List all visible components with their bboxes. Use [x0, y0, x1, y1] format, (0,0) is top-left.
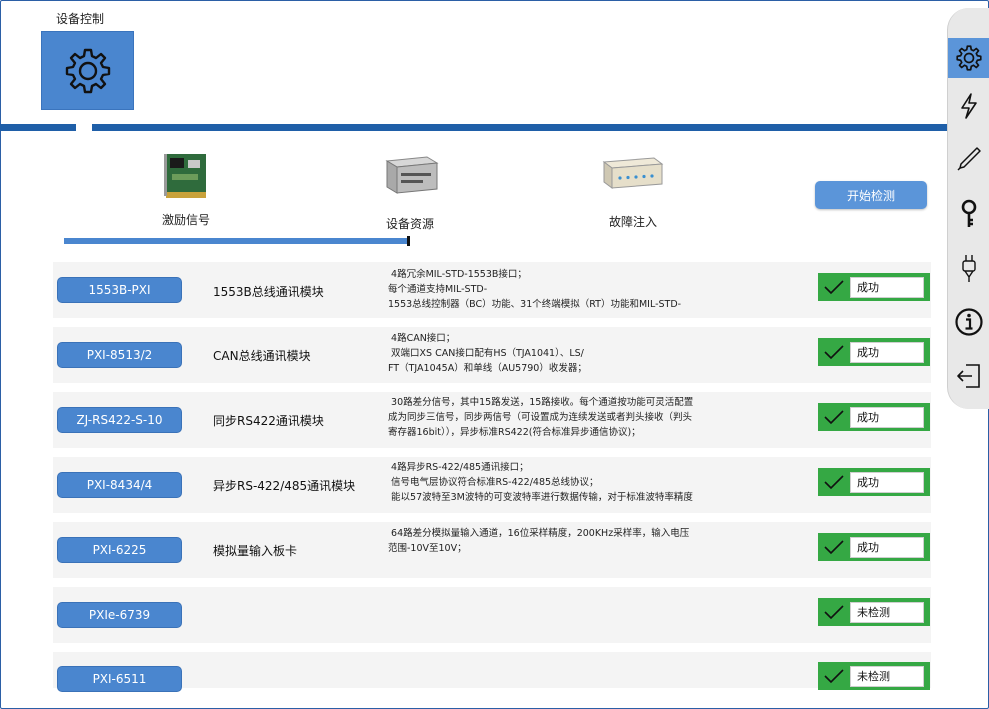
status-badge: 未检测 — [818, 598, 930, 626]
module-id-button[interactable]: PXI-6511 — [57, 666, 182, 692]
sidebar-item-key[interactable] — [948, 194, 989, 234]
status-badge: 成功 — [818, 533, 930, 561]
fault-injection-box-image — [602, 157, 664, 189]
status-badge: 未检测 — [818, 662, 930, 690]
checkmark-icon — [818, 273, 850, 301]
start-detection-button[interactable]: 开始检测 — [815, 181, 927, 209]
status-label: 成功 — [850, 276, 924, 298]
module-id-button[interactable]: PXI-6225 — [57, 537, 182, 563]
module-description: 4路冗余MIL-STD-1553B接口； 每个通道支持MIL-STD- 1553… — [388, 269, 682, 310]
checkmark-icon — [818, 662, 850, 690]
pen-icon — [957, 147, 981, 171]
module-name: 模拟量输入板卡 — [213, 544, 298, 558]
step-stimulus[interactable]: 激励信号 — [140, 152, 232, 228]
step-label: 激励信号 — [161, 213, 210, 227]
status-label: 成功 — [850, 406, 924, 428]
plug-icon — [962, 255, 976, 282]
status-badge: 成功 — [818, 403, 930, 431]
module-id-button[interactable]: PXI-8513/2 — [57, 342, 182, 368]
table-row: PXI-8513/2 CAN总线通讯模块 4路CAN接口； 双端口XS CAN接… — [53, 327, 931, 383]
table-row: PXI-6225 模拟量输入板卡 64路差分模拟量输入通道，16位采样精度，20… — [53, 522, 931, 578]
checkmark-icon — [818, 598, 850, 626]
module-name: 同步RS422通讯模块 — [213, 414, 324, 428]
sidebar-item-power[interactable] — [948, 86, 989, 126]
module-id-button[interactable]: PXIe-6739 — [57, 602, 182, 628]
sidebar — [947, 8, 989, 409]
step-fault-injection[interactable]: 故障注入 — [587, 154, 679, 230]
checkmark-icon — [818, 533, 850, 561]
table-row: PXI-6511 未检测 — [53, 652, 931, 692]
divider-notch — [76, 124, 92, 131]
module-description: 30路差分信号，其中15路发送，15路接收。每个通道按功能可灵活配置 成为同步三… — [388, 397, 694, 438]
page-title: 设备控制 — [56, 12, 105, 26]
status-badge: 成功 — [818, 338, 930, 366]
module-name: 异步RS-422/485通讯模块 — [213, 479, 356, 493]
progress-marker — [407, 236, 410, 246]
checkmark-icon — [818, 468, 850, 496]
module-name: CAN总线通讯模块 — [213, 349, 311, 363]
sidebar-item-exit[interactable] — [948, 356, 989, 396]
step-resources[interactable]: 设备资源 — [364, 155, 456, 232]
step-label: 设备资源 — [385, 217, 434, 231]
status-label: 未检测 — [850, 665, 924, 687]
info-icon — [955, 308, 983, 336]
module-id-button[interactable]: 1553B-PXI — [57, 277, 182, 303]
checkmark-icon — [818, 338, 850, 366]
header-divider — [0, 124, 949, 131]
status-label: 未检测 — [850, 601, 924, 623]
step-label: 故障注入 — [608, 215, 657, 229]
table-row: ZJ-RS422-S-10 同步RS422通讯模块 30路差分信号，其中15路发… — [53, 392, 931, 448]
status-badge: 成功 — [818, 468, 930, 496]
sidebar-item-about[interactable] — [948, 302, 989, 342]
lightning-icon — [961, 93, 977, 119]
table-row: 1553B-PXI 1553B总线通讯模块 4路冗余MIL-STD-1553B接… — [53, 262, 931, 318]
gear-icon — [65, 48, 110, 93]
module-description: 4路CAN接口； 双端口XS CAN接口配有HS（TJA1041）、LS/ FT… — [388, 333, 587, 374]
module-name: 1553B总线通讯模块 — [213, 285, 324, 299]
sidebar-item-connector[interactable] — [948, 248, 989, 288]
table-row: PXI-8434/4 异步RS-422/485通讯模块 4路异步RS-422/4… — [53, 457, 931, 513]
status-badge: 成功 — [818, 273, 930, 301]
sidebar-item-device-control[interactable] — [948, 38, 989, 78]
progress-bar — [64, 238, 410, 244]
status-label: 成功 — [850, 536, 924, 558]
device-control-tile[interactable] — [41, 31, 134, 110]
checkmark-icon — [818, 403, 850, 431]
table-row: PXIe-6739 未检测 — [53, 587, 931, 643]
module-description: 4路异步RS-422/485通讯接口； 信号电气层协议符合标准RS-422/48… — [391, 462, 693, 503]
logout-icon — [957, 364, 980, 388]
module-description: 64路差分模拟量输入通道，16位采样精度，200KHz采样率，输入电压 范围-1… — [388, 528, 690, 554]
pci-card-image — [164, 154, 206, 198]
module-id-button[interactable]: ZJ-RS422-S-10 — [57, 407, 182, 433]
status-label: 成功 — [850, 341, 924, 363]
module-id-button[interactable]: PXI-8434/4 — [57, 472, 182, 498]
industrial-computer-image — [385, 156, 439, 194]
key-icon — [961, 199, 977, 227]
status-label: 成功 — [850, 471, 924, 493]
sidebar-item-edit[interactable] — [948, 139, 989, 179]
gear-icon — [956, 45, 982, 71]
